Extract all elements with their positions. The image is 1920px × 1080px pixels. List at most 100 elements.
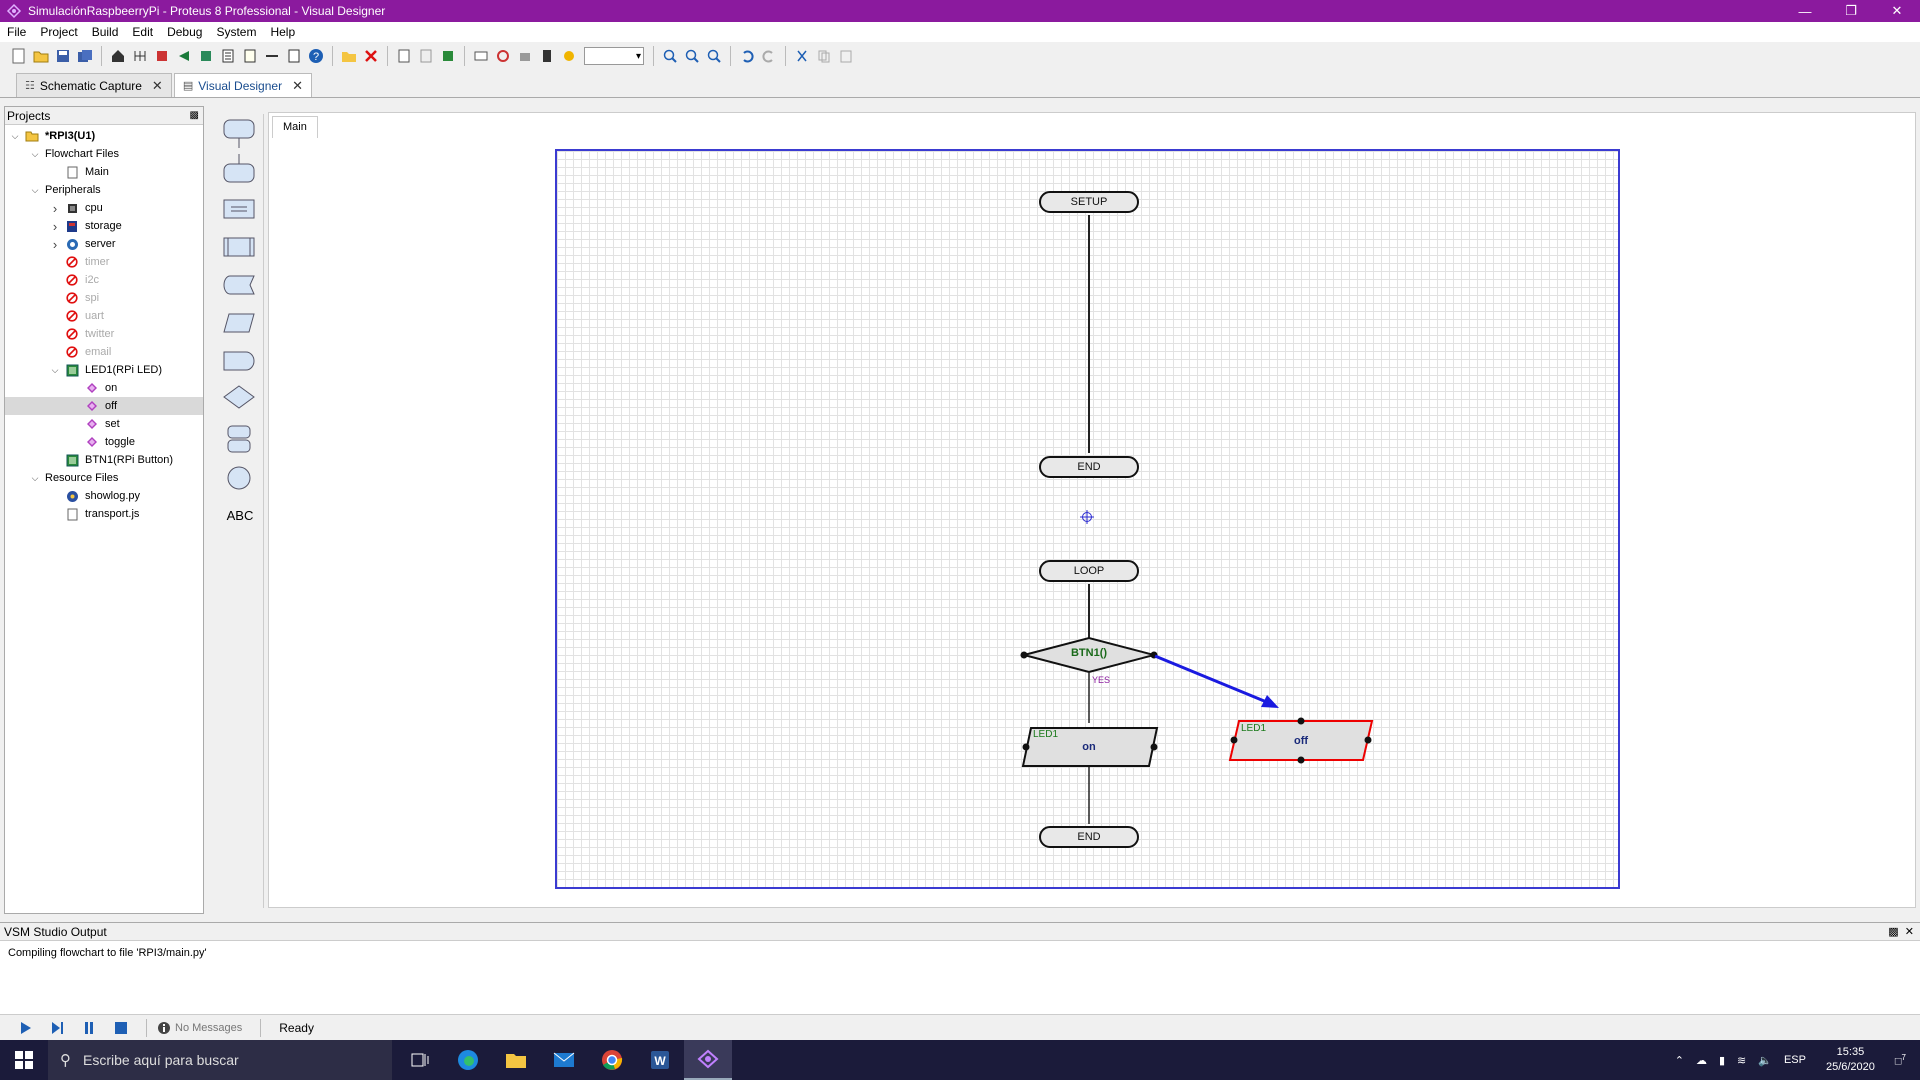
end-block-icon[interactable] [223,154,255,183]
menu-build[interactable]: Build [85,25,126,39]
tree-item[interactable]: i2c [5,271,203,289]
language-indicator[interactable]: ESP [1784,1054,1806,1066]
tree-item[interactable]: ⌵ Flowchart Files [5,145,203,163]
play-icon[interactable] [18,1021,32,1035]
chevron-down-icon[interactable]: ⌵ [29,149,41,160]
wifi-icon[interactable]: ≋ [1737,1054,1746,1067]
3d-icon[interactable] [197,47,215,65]
close-icon[interactable]: ✕ [1905,926,1914,938]
remove-file-icon[interactable] [417,47,435,65]
assignment-block-icon[interactable] [223,199,255,219]
connector-block-icon[interactable] [227,466,251,490]
bulb-icon[interactable] [560,47,578,65]
tree-item[interactable]: showlog.py [5,487,203,505]
cloud-icon[interactable]: ☁ [1696,1054,1707,1067]
storage-block-icon[interactable] [223,275,255,295]
help-icon[interactable]: ? [307,47,325,65]
chrome-icon[interactable] [588,1040,636,1080]
save-all-icon[interactable] [76,47,94,65]
import-icon[interactable] [340,47,358,65]
home-icon[interactable] [109,47,127,65]
gerber-icon[interactable] [175,47,193,65]
zoom-out-icon[interactable] [683,47,701,65]
chevron-right-icon[interactable]: › [49,219,61,234]
menu-help[interactable]: Help [263,25,302,39]
tab-visual-designer[interactable]: ▤ Visual Designer ✕ [173,73,312,97]
build-icon[interactable] [472,47,490,65]
flowchart-canvas[interactable]: SETUP END LOOP BTN1() YES LED1 on LED1 o… [555,149,1620,889]
tree-item[interactable]: email [5,343,203,361]
mail-icon[interactable] [540,1040,588,1080]
tab-main[interactable]: Main [272,116,318,138]
windows-start-icon[interactable] [0,1040,48,1080]
loop-end-block[interactable]: END [1039,826,1139,848]
decision-block-icon[interactable] [223,385,255,409]
event-block-icon[interactable] [223,119,255,148]
zoom-fit-icon[interactable] [705,47,723,65]
copy-icon[interactable] [815,47,833,65]
close-icon[interactable]: ✕ [152,78,163,94]
notes-icon[interactable] [241,47,259,65]
tree-item[interactable]: › cpu [5,199,203,217]
notifications-icon[interactable]: □7 [1895,1053,1906,1068]
open-folder-icon[interactable] [32,47,50,65]
delete-icon[interactable] [362,47,380,65]
clock[interactable]: 15:35 25/6/2020 [1826,1045,1875,1075]
chevron-right-icon[interactable]: › [49,201,61,216]
new-file-icon[interactable] [10,47,28,65]
tree-item[interactable]: Main [5,163,203,181]
redo-icon[interactable] [760,47,778,65]
rebuild-icon[interactable] [494,47,512,65]
menu-project[interactable]: Project [33,25,84,39]
tree-item[interactable]: timer [5,253,203,271]
tree-item[interactable]: off [5,397,203,415]
tree-item[interactable]: ⌵ LED1(RPi LED) [5,361,203,379]
close-icon[interactable]: ✕ [292,78,303,94]
clean-icon[interactable] [516,47,534,65]
tree-item[interactable]: › storage [5,217,203,235]
minimize-icon[interactable]: — [1782,0,1828,22]
pin-icon[interactable]: ▩ [190,110,199,121]
text-tool[interactable]: ABC [216,508,264,523]
tree-item[interactable]: › server [5,235,203,253]
chevron-down-icon[interactable]: ⌵ [29,473,41,484]
edge-icon[interactable] [444,1040,492,1080]
zoom-in-icon[interactable] [661,47,679,65]
paste-icon[interactable] [837,47,855,65]
io-block-icon[interactable] [223,313,255,333]
tree-item[interactable]: transport.js [5,505,203,523]
close-icon[interactable]: ✕ [1874,0,1920,22]
zoom-select[interactable]: ▾ [584,47,644,65]
tree-item[interactable]: on [5,379,203,397]
tree-item[interactable]: set [5,415,203,433]
tree-item[interactable]: uart [5,307,203,325]
step-icon[interactable] [50,1021,64,1035]
tree-item[interactable]: ⌵ Resource Files [5,469,203,487]
tree-item[interactable]: ⌵ Peripherals [5,181,203,199]
loop-block-icon[interactable] [227,425,251,453]
tree-item[interactable]: toggle [5,433,203,451]
menu-system[interactable]: System [209,25,263,39]
chevron-down-icon[interactable]: ⌵ [29,185,41,196]
task-view-icon[interactable] [396,1040,444,1080]
chevron-right-icon[interactable]: › [49,237,61,252]
tree-item[interactable]: BTN1(RPi Button) [5,451,203,469]
tab-schematic-capture[interactable]: ☷ Schematic Capture ✕ [16,73,172,97]
chevron-down-icon[interactable]: ⌵ [49,365,61,376]
chip-settings-icon[interactable] [538,47,556,65]
tree-item[interactable]: spi [5,289,203,307]
tree-item[interactable]: twitter [5,325,203,343]
save-icon[interactable] [54,47,72,65]
chevron-down-icon[interactable]: ⌵ [9,131,21,142]
menu-debug[interactable]: Debug [160,25,209,39]
battery-icon[interactable]: ▮ [1719,1054,1725,1067]
schematic-icon[interactable] [131,47,149,65]
menu-edit[interactable]: Edit [125,25,160,39]
stop-icon[interactable] [114,1021,128,1035]
peripheral-icon[interactable] [439,47,457,65]
tree-item[interactable]: ⌵ *RPI3(U1) [5,127,203,145]
chevron-up-icon[interactable]: ⌃ [1675,1054,1684,1067]
pcb-icon[interactable] [153,47,171,65]
file-explorer-icon[interactable] [492,1040,540,1080]
bom-icon[interactable] [219,47,237,65]
